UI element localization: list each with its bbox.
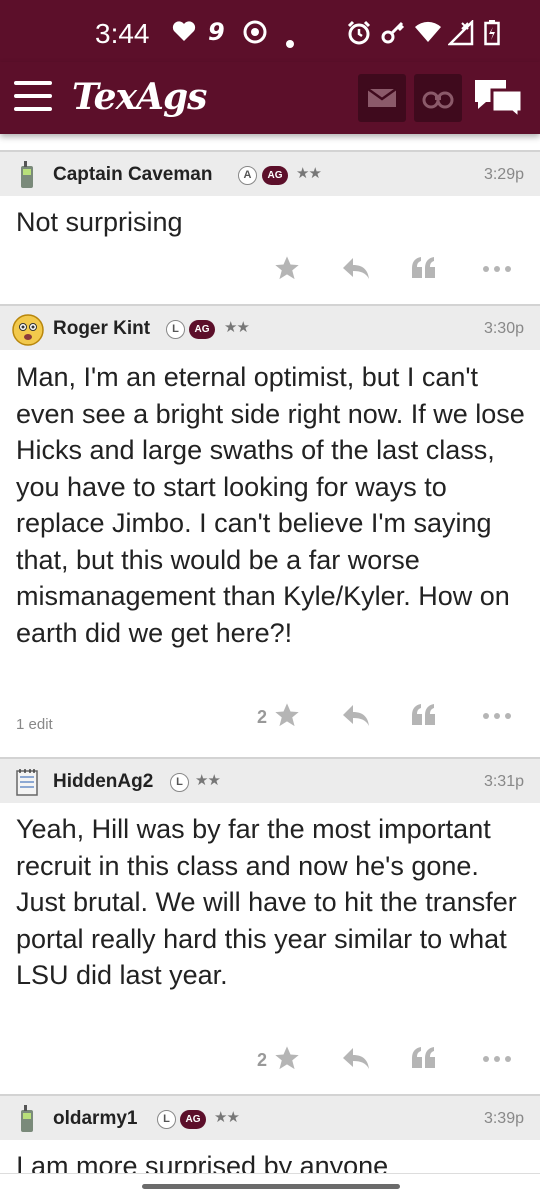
heart-icon: [172, 20, 196, 48]
post-username[interactable]: HiddenAg2: [53, 771, 153, 793]
walkie-talkie-icon[interactable]: [12, 160, 42, 190]
more-icon[interactable]: [481, 1044, 513, 1078]
star-count: 2: [257, 1050, 268, 1070]
post-body: I am more surprised by anyone: [16, 1151, 389, 1173]
more-icon[interactable]: [481, 701, 513, 735]
star-icon[interactable]: [273, 1044, 301, 1078]
alarm-icon: [346, 20, 372, 52]
post-actions: [0, 254, 540, 288]
chrome-icon: [243, 20, 267, 50]
rank-stars: ★★: [224, 318, 250, 336]
star-icon[interactable]: [273, 254, 301, 288]
post-username[interactable]: Roger Kint: [53, 318, 150, 340]
watch-button[interactable]: [414, 74, 462, 122]
post-actions: 2: [0, 1044, 540, 1078]
ag-badge: AG: [262, 166, 288, 185]
rank-stars: ★★: [296, 164, 322, 182]
member-badge: L: [157, 1110, 176, 1129]
dot-icon: [286, 30, 294, 54]
quote-icon[interactable]: [410, 701, 438, 735]
member-badge: L: [170, 773, 189, 792]
binoculars-icon: [422, 91, 454, 109]
signal-icon: [446, 18, 474, 52]
post-actions: 2: [0, 701, 540, 735]
member-badge: L: [166, 320, 185, 339]
app-bar: TexAgs: [0, 62, 540, 134]
post-body: Man, I'm an eternal optimist, but I can'…: [16, 362, 525, 648]
post-header: HiddenAg2 L ★★ 3:31p: [0, 757, 540, 803]
post-time: 3:30p: [483, 320, 524, 337]
quote-icon[interactable]: [410, 254, 438, 288]
home-indicator[interactable]: [142, 1184, 400, 1189]
notepad-icon[interactable]: [12, 767, 42, 797]
messages-button[interactable]: [358, 74, 406, 122]
menu-icon[interactable]: [14, 81, 52, 111]
post-header: Roger Kint L AG ★★ 3:30p: [0, 304, 540, 350]
worried-face-icon[interactable]: [12, 314, 44, 346]
member-badge: A: [238, 166, 257, 185]
post-time: 3:39p: [483, 1110, 524, 1127]
ag-badge: AG: [180, 1110, 206, 1129]
wifi-icon: [414, 20, 442, 50]
more-icon[interactable]: [481, 254, 513, 288]
ag-badge: AG: [189, 320, 215, 339]
status-time: 3:44: [95, 18, 150, 49]
star-icon[interactable]: [273, 701, 301, 735]
reply-icon[interactable]: [341, 701, 371, 735]
star-count: 2: [257, 707, 268, 727]
post-body: Yeah, Hill was by far the most important…: [16, 814, 517, 990]
post-header: Captain Caveman A AG ★★ 3:29p: [0, 150, 540, 196]
quote-icon[interactable]: [410, 1044, 438, 1078]
rank-stars: ★★: [214, 1108, 240, 1126]
post-header: oldarmy1 L AG ★★ 3:39p: [0, 1094, 540, 1140]
battery-icon: [484, 20, 500, 52]
post-time: 3:29p: [483, 166, 524, 183]
key-icon: [380, 20, 406, 52]
envelope-icon: [367, 87, 397, 107]
chat-icon[interactable]: [472, 76, 526, 122]
reply-icon[interactable]: [341, 1044, 371, 1078]
post-username[interactable]: Captain Caveman: [53, 164, 212, 186]
walkie-talkie-icon[interactable]: [12, 1104, 42, 1134]
post-username[interactable]: oldarmy1: [53, 1108, 137, 1130]
post-body: Not surprising: [16, 207, 183, 237]
rank-stars: ★★: [195, 771, 221, 789]
nav-divider: [0, 1173, 540, 1174]
notification-number: 9: [208, 18, 225, 46]
reply-icon[interactable]: [341, 254, 371, 288]
site-logo[interactable]: TexAgs: [72, 76, 207, 118]
post-time: 3:31p: [483, 773, 524, 790]
status-bar: 3:44 9: [0, 0, 540, 62]
